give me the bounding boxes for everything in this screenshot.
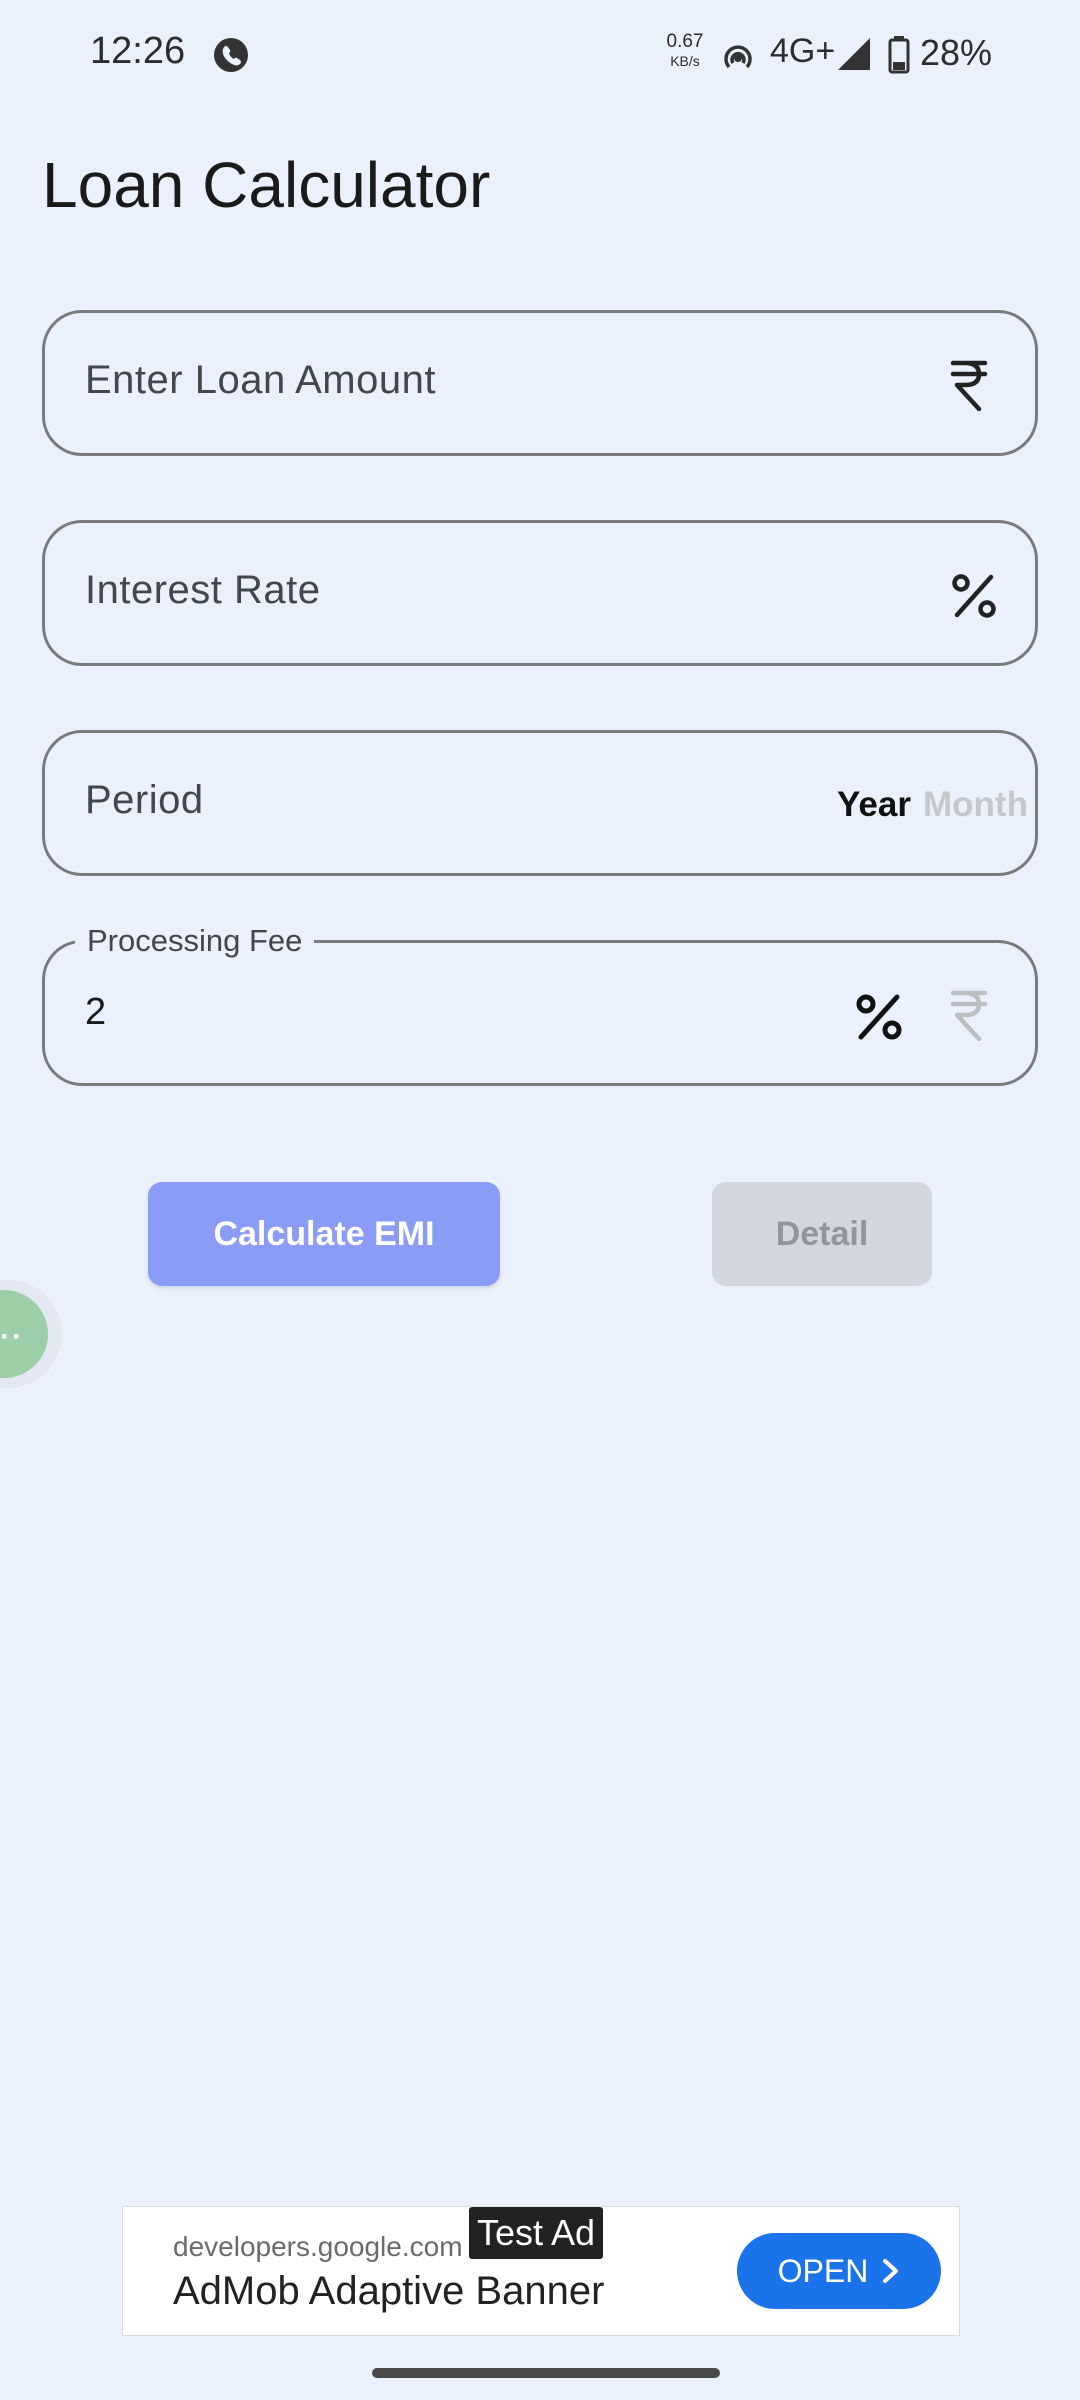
more-dots-icon: ·· <box>0 1320 24 1353</box>
loan-amount-field[interactable]: Enter Loan Amount <box>42 310 1038 456</box>
screen: 12:26 0.67 KB/s 4G+ 28% Loan Calculator … <box>0 0 1080 2400</box>
status-bar: 12:26 0.67 KB/s 4G+ 28% <box>0 0 1080 108</box>
signal-icon <box>838 38 870 70</box>
detail-button[interactable]: Detail <box>712 1182 932 1286</box>
battery-icon <box>888 36 910 74</box>
interest-rate-placeholder: Interest Rate <box>85 568 321 612</box>
network-type: 4G+ <box>770 32 836 70</box>
ad-banner[interactable]: developers.google.com AdMob Adaptive Ban… <box>122 2206 960 2336</box>
processing-fee-label: Processing Fee <box>75 923 315 959</box>
test-ad-tag: Test Ad <box>469 2207 604 2259</box>
period-placeholder: Period <box>85 778 204 822</box>
network-speed: 0.67 KB/s <box>660 32 710 68</box>
network-speed-unit: KB/s <box>670 53 700 69</box>
calculate-emi-button[interactable]: Calculate EMI <box>148 1182 500 1286</box>
interest-rate-field[interactable]: Interest Rate <box>42 520 1038 666</box>
ad-title: AdMob Adaptive Banner <box>173 2269 605 2313</box>
phone-app-icon <box>214 38 248 72</box>
loan-amount-placeholder: Enter Loan Amount <box>85 358 436 402</box>
chevron-right-icon <box>883 2259 899 2283</box>
ad-domain: developers.google.com <box>173 2231 463 2262</box>
percent-icon <box>952 574 996 618</box>
period-unit-month[interactable]: Month <box>923 785 1028 825</box>
hotspot-icon <box>724 45 752 69</box>
rupee-icon <box>950 360 988 411</box>
network-speed-value: 0.67 <box>666 31 704 52</box>
ad-open-label: OPEN <box>777 2252 869 2289</box>
page-title: Loan Calculator <box>42 149 491 221</box>
battery-percent: 28% <box>920 32 993 73</box>
period-field[interactable]: Period Year Month <box>42 730 1038 876</box>
ad-open-button[interactable]: OPEN <box>737 2233 941 2309</box>
percent-toggle-icon[interactable] <box>855 993 903 1041</box>
gesture-nav-handle[interactable] <box>372 2368 720 2378</box>
processing-fee-field[interactable]: Processing Fee 2 <box>42 923 1038 1086</box>
rupee-toggle-icon[interactable] <box>949 989 989 1041</box>
period-unit-year[interactable]: Year <box>837 785 911 825</box>
status-time: 12:26 <box>90 30 186 72</box>
processing-fee-value: 2 <box>85 991 107 1033</box>
